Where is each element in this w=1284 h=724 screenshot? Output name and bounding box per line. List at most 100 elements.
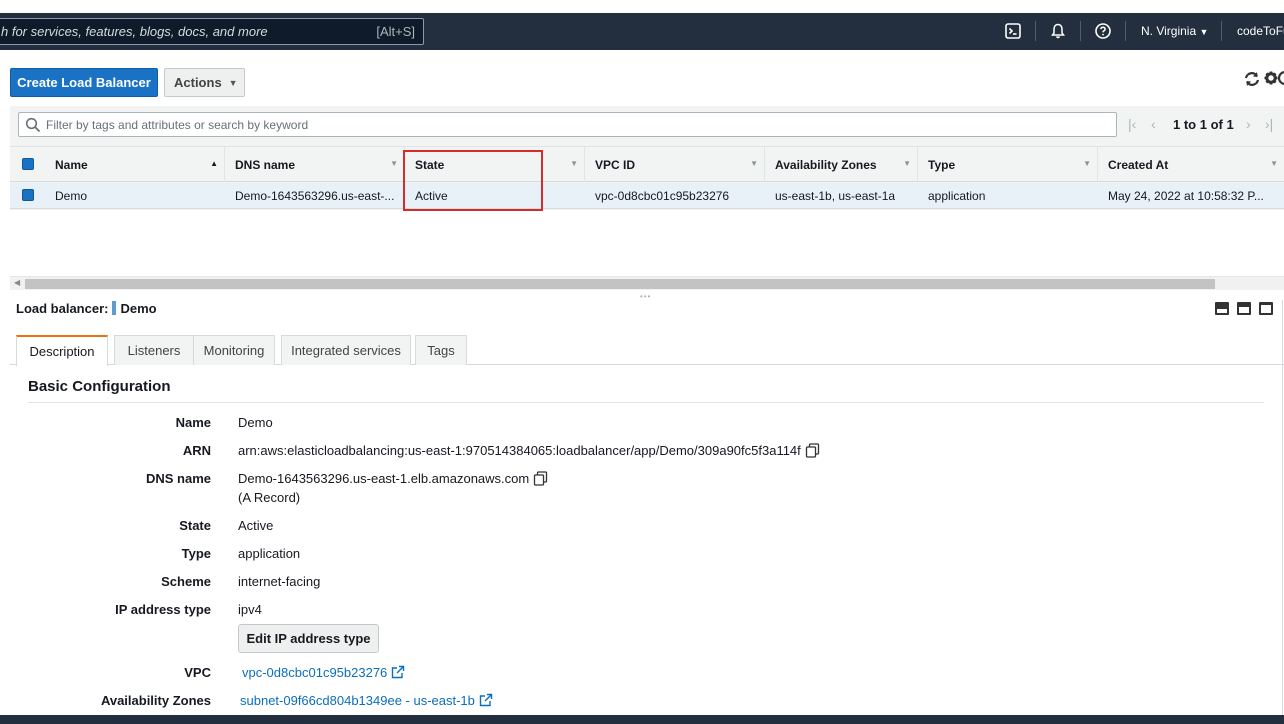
actions-label: Actions	[174, 75, 222, 90]
cloudshell-icon[interactable]	[1004, 22, 1022, 40]
search-shortcut-hint: [Alt+S]	[376, 24, 415, 39]
search-icon	[25, 117, 41, 133]
panel-collapse-icon[interactable]	[1215, 302, 1229, 315]
scrollbar-thumb[interactable]	[25, 279, 1215, 289]
chevron-down-icon: ▼	[1199, 27, 1209, 37]
column-header-created-at[interactable]: Created At ▼	[1098, 147, 1284, 182]
search-placeholder: h for services, features, blogs, docs, a…	[1, 24, 268, 39]
external-link-icon	[391, 665, 405, 679]
toolbar-icons	[1243, 70, 1284, 88]
field-label-state: State	[179, 518, 211, 533]
tab-integrated-services[interactable]: Integrated services	[281, 335, 411, 365]
account-menu[interactable]: codeToFu	[1237, 24, 1284, 38]
dns-text: Demo-1643563296.us-east-1.elb.amazonaws.…	[238, 471, 530, 486]
table-row[interactable]: Demo Demo-1643563296.us-east-... Active …	[10, 183, 1284, 209]
top-navigation: h for services, features, blogs, docs, a…	[0, 0, 1284, 60]
region-selector[interactable]: N. Virginia ▼	[1141, 24, 1208, 38]
panel-maximize-icon[interactable]	[1259, 302, 1273, 315]
refresh-icon[interactable]	[1244, 72, 1260, 86]
field-label-ip-address-type: IP address type	[115, 602, 211, 617]
cell-vpc-id: vpc-0d8cbc01c95b23276	[595, 189, 730, 203]
caret-down-icon: ▼	[228, 77, 238, 88]
help-icon[interactable]	[1094, 22, 1112, 40]
field-value-dns-name: Demo-1643563296.us-east-1.elb.amazonaws.…	[238, 471, 548, 486]
column-header-vpc-id[interactable]: VPC ID ▼	[585, 147, 765, 182]
field-value-type: application	[238, 546, 301, 561]
divider	[1125, 21, 1126, 41]
actions-dropdown-button[interactable]: Actions ▼	[164, 68, 245, 97]
column-header-availability-zones[interactable]: Availability Zones ▼	[765, 147, 918, 182]
tab-tags[interactable]: Tags	[415, 335, 467, 365]
first-page-icon[interactable]: |‹	[1128, 116, 1136, 132]
field-label-dns-name: DNS name	[145, 471, 211, 486]
filter-search-input[interactable]: Filter by tags and attributes or search …	[18, 112, 1117, 137]
scroll-left-icon[interactable]: ◀	[14, 278, 20, 287]
vpc-link[interactable]: vpc-0d8cbc01c95b23276	[242, 665, 405, 680]
cell-dns-name: Demo-1643563296.us-east-...	[235, 189, 395, 203]
sort-ascending-icon: ▲	[210, 159, 218, 168]
region-label: N. Virginia	[1141, 24, 1197, 38]
detail-panel-title: Load balancer: Demo	[16, 301, 157, 316]
help-icon[interactable]	[1277, 70, 1284, 86]
section-divider	[28, 402, 1264, 403]
row-select-checkbox[interactable]	[22, 189, 34, 201]
global-search-input[interactable]: h for services, features, blogs, docs, a…	[0, 18, 424, 45]
panel-border	[1282, 300, 1283, 720]
horizontal-scrollbar[interactable]: ◀	[10, 276, 1284, 290]
field-label-type: Type	[181, 546, 211, 561]
edit-ip-address-type-button[interactable]: Edit IP address type	[238, 624, 379, 653]
cell-created-at: May 24, 2022 at 10:58:32 P...	[1108, 189, 1264, 203]
table-header: Name ▲ DNS name ▼ State ▼ VPC ID ▼ Avail…	[10, 146, 1284, 182]
field-label-scheme: Scheme	[161, 574, 211, 589]
sort-icon: ▼	[1083, 159, 1091, 168]
sort-icon: ▼	[390, 159, 398, 168]
tab-monitoring[interactable]: Monitoring	[193, 335, 275, 365]
selection-marker	[112, 301, 117, 315]
bottom-bar	[0, 715, 1284, 724]
panel-resize-handle[interactable]: •••	[640, 292, 651, 301]
divider	[1035, 21, 1036, 41]
divider	[1080, 21, 1081, 41]
sort-icon: ▼	[903, 159, 911, 168]
previous-page-icon[interactable]: ‹	[1151, 116, 1156, 132]
column-header-name[interactable]: Name ▲	[45, 147, 225, 182]
cell-type: application	[928, 189, 986, 203]
detail-title-name: Demo	[120, 301, 157, 316]
cell-availability-zones: us-east-1b, us-east-1a	[775, 189, 896, 203]
select-all-checkbox[interactable]	[22, 158, 34, 170]
arn-text: arn:aws:elasticloadbalancing:us-east-1:9…	[238, 443, 801, 458]
field-label-name: Name	[175, 415, 211, 430]
sort-icon: ▼	[1270, 159, 1278, 168]
field-value-arn: arn:aws:elasticloadbalancing:us-east-1:9…	[238, 443, 820, 458]
field-label-availability-zones: Availability Zones	[100, 693, 211, 708]
tab-description[interactable]: Description	[16, 335, 108, 366]
settings-gear-icon[interactable]	[1264, 71, 1278, 85]
vpc-link-text: vpc-0d8cbc01c95b23276	[242, 665, 388, 680]
field-label-vpc: VPC	[184, 665, 211, 680]
copy-icon[interactable]	[805, 443, 820, 458]
field-value-state: Active	[238, 518, 274, 533]
sort-icon: ▼	[570, 159, 578, 168]
panel-split-icon[interactable]	[1237, 302, 1251, 315]
create-load-balancer-button[interactable]: Create Load Balancer	[10, 68, 158, 97]
tab-listeners[interactable]: Listeners	[114, 335, 194, 365]
field-value-name: Demo	[238, 415, 273, 430]
pagination-text: 1 to 1 of 1	[1173, 117, 1234, 132]
external-link-icon	[479, 693, 493, 707]
az-link-text: subnet-09f66cd804b1349ee - us-east-1b	[240, 693, 475, 708]
detail-tabs: Description Listeners Monitoring Integra…	[10, 334, 1284, 366]
last-page-icon[interactable]: ›|	[1265, 116, 1273, 132]
filter-placeholder: Filter by tags and attributes or search …	[46, 118, 309, 132]
column-header-dns-name[interactable]: DNS name ▼	[225, 147, 405, 182]
detail-title-prefix: Load balancer:	[16, 301, 109, 316]
availability-zone-link[interactable]: subnet-09f66cd804b1349ee - us-east-1b	[240, 693, 493, 708]
next-page-icon[interactable]: ›	[1246, 116, 1251, 132]
dns-record-note: (A Record)	[238, 490, 301, 505]
copy-icon[interactable]	[533, 471, 548, 486]
notifications-bell-icon[interactable]	[1049, 22, 1067, 40]
column-header-type[interactable]: Type ▼	[918, 147, 1098, 182]
divider	[1221, 21, 1222, 41]
field-value-ip-address-type: ipv4	[238, 602, 262, 617]
sort-icon: ▼	[750, 159, 758, 168]
section-title: Basic Configuration	[28, 378, 171, 395]
